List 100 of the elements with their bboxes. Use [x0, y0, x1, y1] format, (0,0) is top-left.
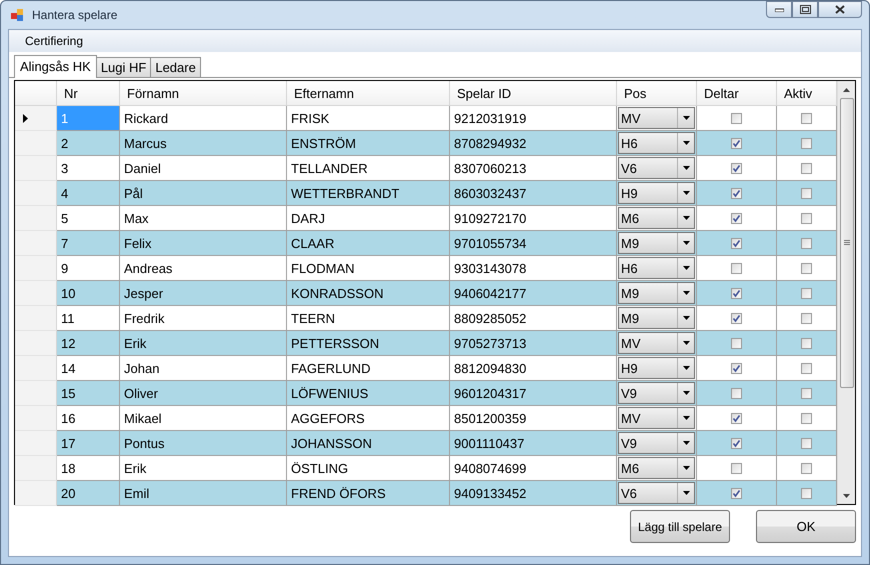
position-dropdown[interactable]: M9: [618, 307, 695, 329]
caret-icon: [682, 441, 690, 445]
checkbox[interactable]: [801, 162, 812, 174]
caret-icon: [682, 366, 690, 370]
position-dropdown[interactable]: V6: [618, 157, 695, 179]
table-cell: Felix: [120, 231, 287, 256]
checkbox[interactable]: [731, 288, 742, 298]
tab[interactable]: Lugi HF: [96, 57, 152, 77]
add-player-button[interactable]: Lägg till spelare: [630, 510, 730, 543]
table-cell: Emil: [120, 481, 287, 506]
ok-button[interactable]: OK: [756, 510, 856, 543]
position-dropdown[interactable]: H9: [618, 182, 695, 204]
position-dropdown[interactable]: H6: [618, 132, 695, 154]
column-header[interactable]: Förnamn: [120, 81, 287, 106]
position-dropdown[interactable]: H9: [618, 357, 695, 379]
checkbox[interactable]: [731, 162, 742, 174]
table-cell: FREND ÖFORS: [287, 481, 450, 506]
close-button[interactable]: [818, 1, 862, 18]
checkbox[interactable]: [731, 338, 742, 348]
checkbox[interactable]: [801, 212, 812, 224]
table-cell: Pål: [120, 181, 287, 206]
checkbox[interactable]: [731, 412, 742, 424]
tab[interactable]: Alingsås HK: [14, 55, 97, 78]
position-dropdown[interactable]: V9: [618, 382, 695, 404]
scrollbar[interactable]: [837, 81, 855, 504]
checkbox[interactable]: [801, 412, 812, 424]
table-cell: 20: [57, 481, 120, 506]
position-dropdown[interactable]: H6: [618, 257, 695, 279]
caret-icon: [682, 391, 690, 395]
checkbox[interactable]: [731, 362, 742, 374]
column-header[interactable]: Efternamn: [287, 81, 450, 106]
checkbox[interactable]: [731, 212, 742, 224]
caret-icon: [682, 466, 690, 470]
scroll-down-icon[interactable]: [843, 494, 850, 498]
checkbox[interactable]: [801, 138, 812, 148]
checkbox[interactable]: [731, 462, 742, 474]
position-dropdown[interactable]: M9: [618, 232, 695, 254]
column-header[interactable]: Aktiv: [777, 81, 837, 106]
caret-icon: [682, 266, 690, 270]
table-cell: Marcus: [120, 131, 287, 156]
caret-icon: [682, 341, 690, 345]
table-cell: Pontus: [120, 431, 287, 456]
table-cell: 15: [57, 381, 120, 406]
table-cell: 8603032437: [450, 181, 617, 206]
close-icon: [835, 5, 845, 14]
column-header[interactable]: Nr: [57, 81, 120, 106]
checkbox[interactable]: [801, 362, 812, 374]
position-dropdown[interactable]: M6: [618, 207, 695, 229]
position-dropdown[interactable]: MV: [618, 407, 695, 429]
table-cell: 4: [57, 181, 120, 206]
checkbox[interactable]: [731, 262, 742, 274]
table-cell: KONRADSSON: [287, 281, 450, 306]
tab[interactable]: Ledare: [150, 57, 201, 77]
column-header[interactable]: Deltar: [697, 81, 777, 106]
position-dropdown[interactable]: M6: [618, 457, 695, 479]
checkbox[interactable]: [801, 388, 812, 398]
checkbox[interactable]: [731, 438, 742, 448]
table-cell: 9705273713: [450, 331, 617, 356]
position-dropdown[interactable]: V6: [618, 482, 695, 504]
checkbox[interactable]: [801, 112, 812, 124]
maximize-icon: [800, 5, 810, 14]
table-cell: ENSTRÖM: [287, 131, 450, 156]
row-header[interactable]: [15, 106, 57, 131]
table-cell: 8708294932: [450, 131, 617, 156]
checkbox[interactable]: [731, 312, 742, 324]
table-cell: LÖFWENIUS: [287, 381, 450, 406]
checkbox[interactable]: [801, 312, 812, 324]
checkbox[interactable]: [731, 388, 742, 398]
checkbox[interactable]: [731, 112, 742, 124]
table-cell: Oliver: [120, 381, 287, 406]
checkbox[interactable]: [801, 338, 812, 348]
maximize-button[interactable]: [792, 1, 818, 18]
position-dropdown[interactable]: V9: [618, 432, 695, 454]
caret-icon: [682, 191, 690, 195]
checkbox[interactable]: [731, 138, 742, 148]
position-dropdown[interactable]: MV: [618, 107, 695, 129]
checkbox[interactable]: [801, 288, 812, 298]
menu-item[interactable]: Certifiering: [18, 32, 90, 50]
table-cell: 1: [57, 106, 120, 131]
caret-icon: [682, 216, 690, 220]
checkbox[interactable]: [801, 462, 812, 474]
table-cell: 7: [57, 231, 120, 256]
window-title: Hantera spelare: [32, 8, 118, 22]
table-cell: 10: [57, 281, 120, 306]
checkbox[interactable]: [801, 438, 812, 448]
scroll-thumb[interactable]: [840, 98, 854, 388]
checkbox[interactable]: [801, 262, 812, 274]
caret-icon: [682, 491, 690, 495]
checkbox[interactable]: [731, 488, 742, 498]
position-dropdown[interactable]: MV: [618, 332, 695, 354]
checkbox[interactable]: [731, 188, 742, 198]
checkbox[interactable]: [801, 238, 812, 248]
position-dropdown[interactable]: M9: [618, 282, 695, 304]
minimize-button[interactable]: [766, 1, 792, 18]
checkbox[interactable]: [801, 188, 812, 198]
scroll-up-icon[interactable]: [843, 88, 850, 92]
checkbox[interactable]: [801, 488, 812, 498]
checkbox[interactable]: [731, 238, 742, 248]
column-header[interactable]: Spelar ID: [450, 81, 617, 106]
column-header[interactable]: Pos: [617, 81, 697, 106]
